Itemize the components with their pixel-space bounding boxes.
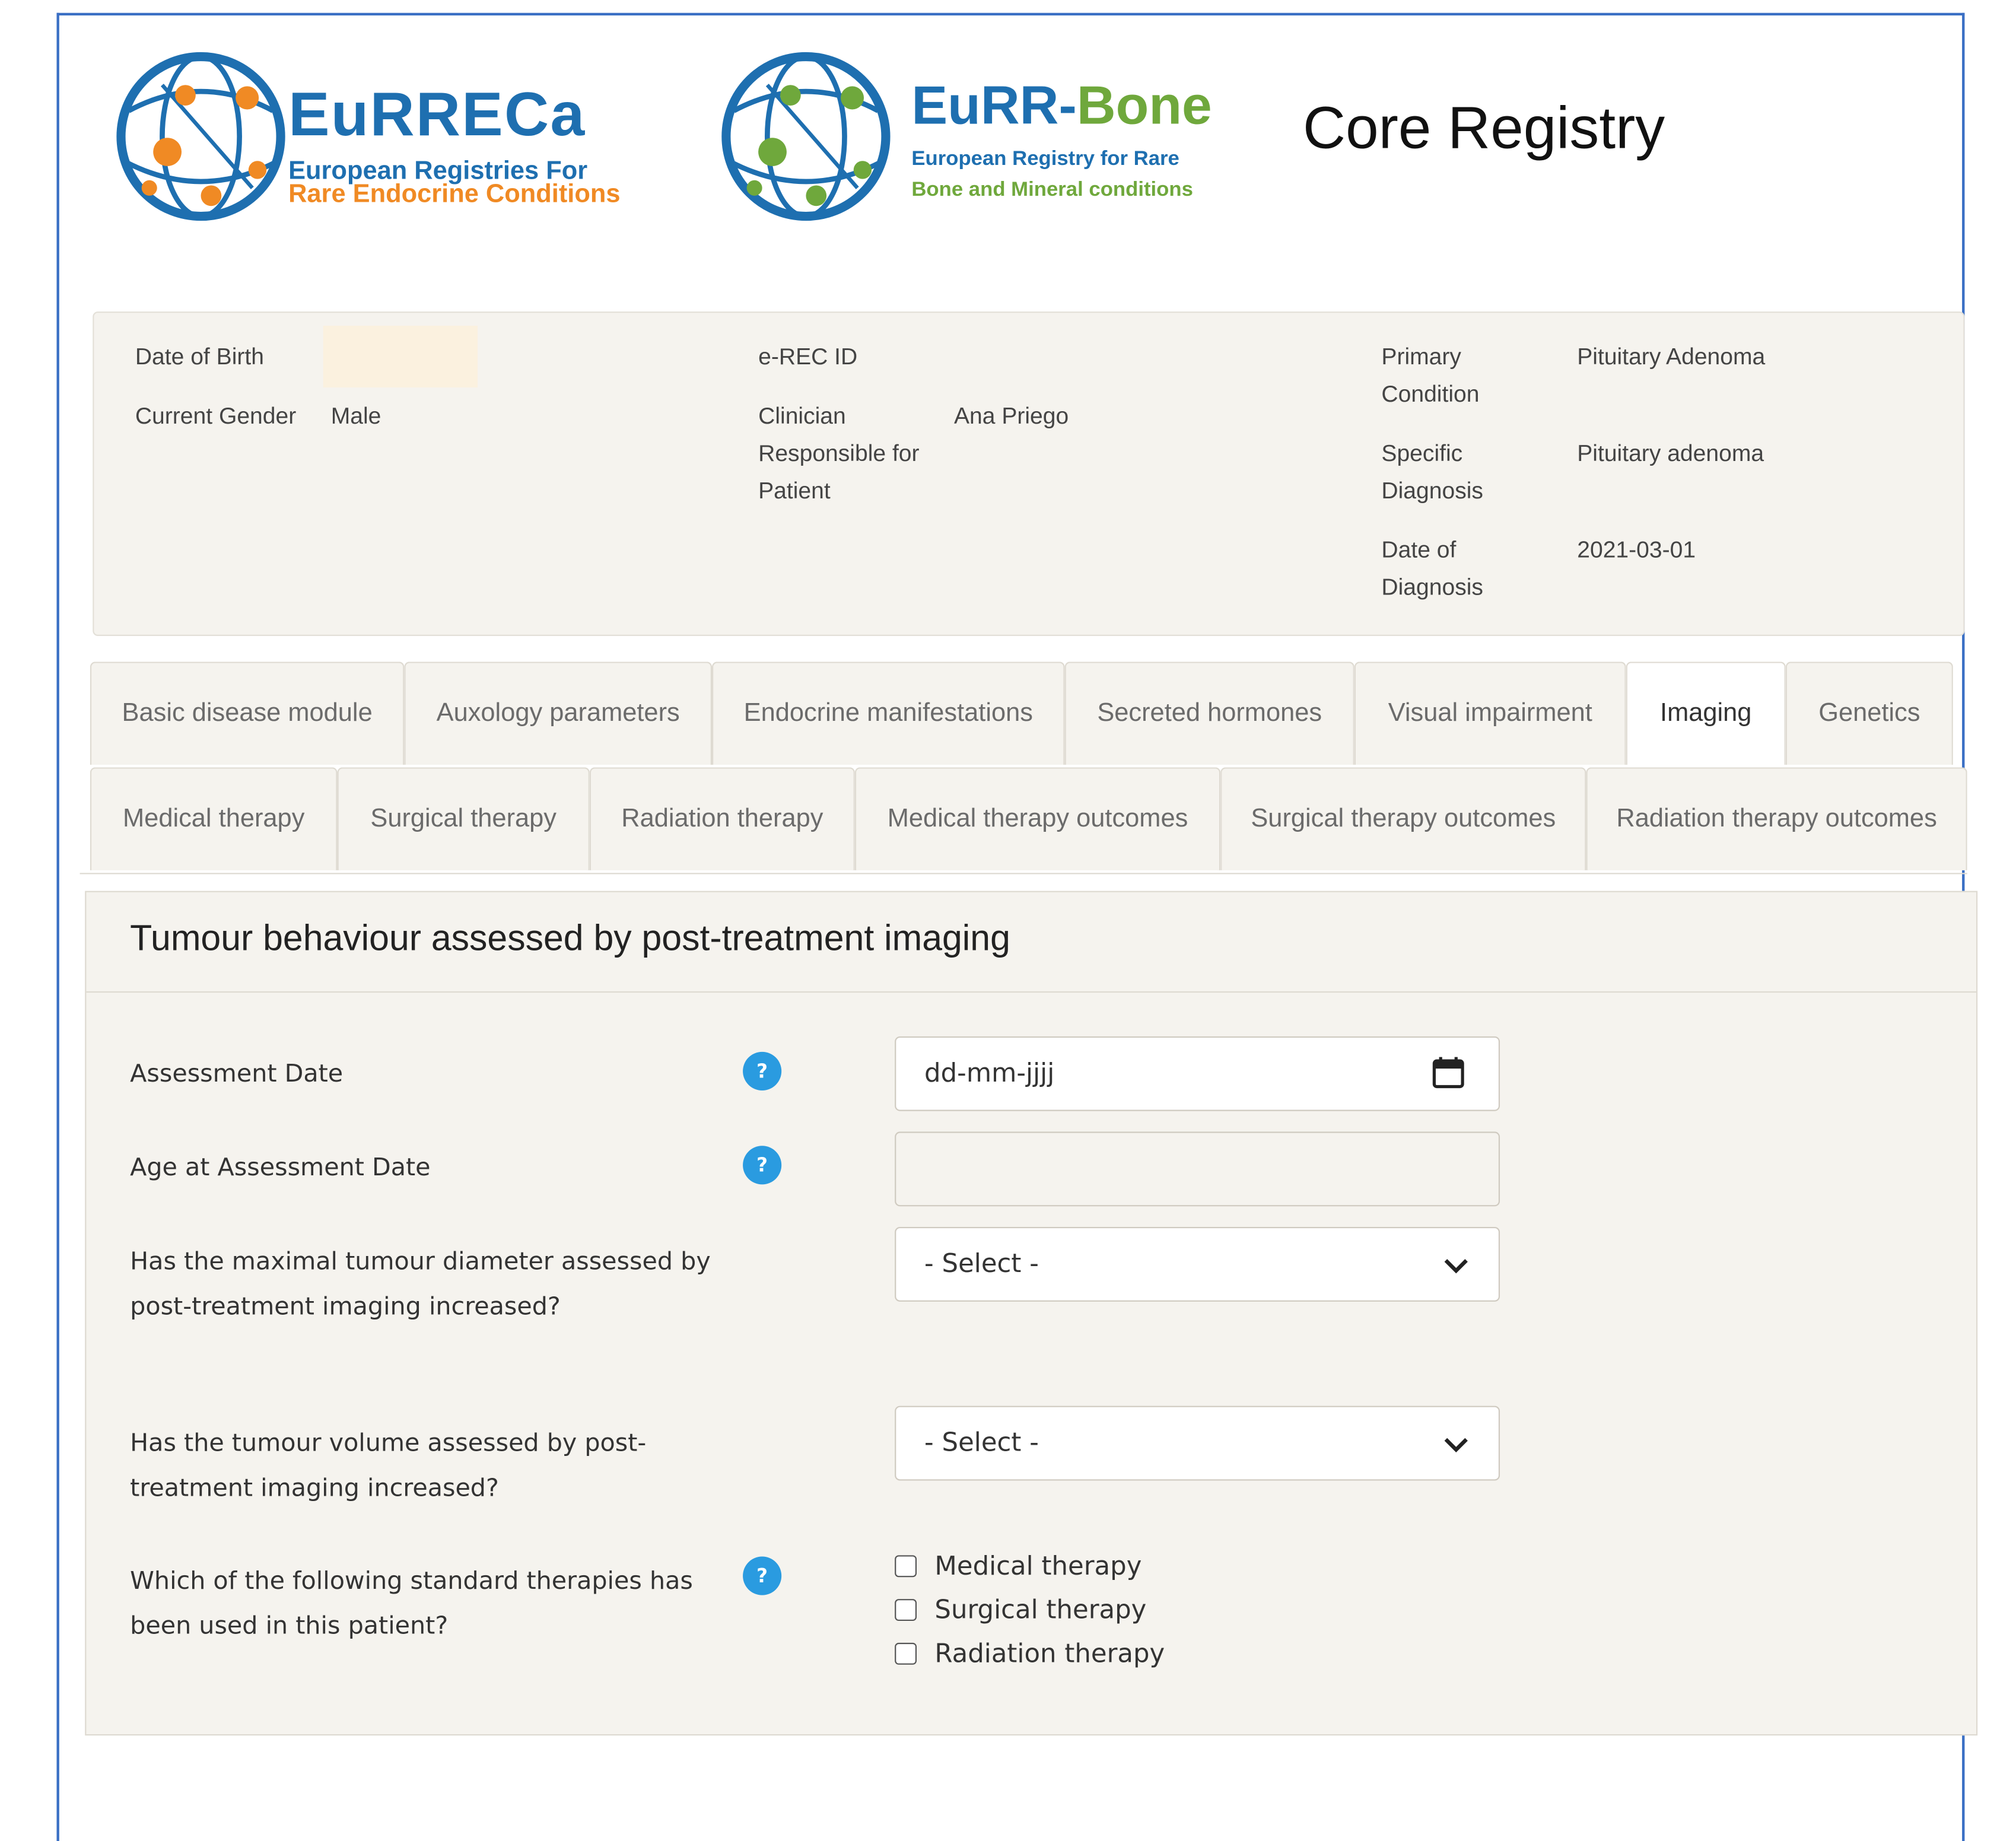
tab-genetics[interactable]: Genetics xyxy=(1785,662,1953,765)
eurr-bone-title-suffix: Bone xyxy=(1076,74,1212,135)
chevron-down-icon xyxy=(1444,1259,1468,1274)
therapies-used-label: Which of the following standard therapie… xyxy=(130,1566,693,1640)
eurr-bone-logo: EuRR-Bone European Registry for Rare Bon… xyxy=(716,41,1270,234)
assessment-date-input[interactable]: dd-mm-jjjj xyxy=(895,1036,1500,1111)
checkbox-label: Radiation therapy xyxy=(934,1637,1165,1669)
checkbox-surgical-therapy[interactable]: Surgical therapy xyxy=(895,1588,1146,1632)
gender-value: Male xyxy=(330,403,381,429)
card-header: Tumour behaviour assessed by post-treatm… xyxy=(86,892,1976,993)
tab-endocrine-manifestations[interactable]: Endocrine manifestations xyxy=(712,662,1065,765)
dob-label: Date of Birth xyxy=(135,344,264,370)
gender-label: Current Gender xyxy=(135,403,297,429)
primary-condition-value: Pituitary Adenoma xyxy=(1577,344,1766,370)
date-of-diagnosis-label: Date of Diagnosis xyxy=(1381,536,1483,600)
form-title: Tumour behaviour assessed by post-treatm… xyxy=(130,918,1010,958)
header: EuRRECa European Registries For Rare End… xyxy=(59,15,1962,273)
clinician-value: Ana Priego xyxy=(953,403,1069,429)
tab-radiation-therapy-outcomes[interactable]: Radiation therapy outcomes xyxy=(1586,767,1967,870)
eurr-bone-logo-title: EuRR-Bone xyxy=(911,75,1211,136)
checkbox-label: Medical therapy xyxy=(934,1550,1142,1581)
calendar-icon[interactable] xyxy=(1432,1055,1465,1089)
help-icon[interactable]: ? xyxy=(743,1051,782,1090)
diameter-increased-label: Has the maximal tumour diameter assessed… xyxy=(130,1247,711,1321)
specific-diagnosis-label: Specific Diagnosis xyxy=(1381,440,1483,504)
help-icon[interactable]: ? xyxy=(743,1146,782,1185)
volume-increased-select[interactable]: - Select - xyxy=(895,1406,1500,1481)
clinician-label: Clinician Responsible for Patient xyxy=(758,403,920,504)
diameter-increased-select[interactable]: - Select - xyxy=(895,1227,1500,1302)
volume-select-value: - Select - xyxy=(924,1426,1039,1458)
tab-auxology-parameters[interactable]: Auxology parameters xyxy=(404,662,713,765)
checkbox-box[interactable] xyxy=(895,1642,917,1664)
imaging-form-card: Tumour behaviour assessed by post-treatm… xyxy=(85,891,1978,1736)
help-icon[interactable]: ? xyxy=(743,1556,782,1595)
globe-orange-icon xyxy=(116,52,285,221)
tab-surgical-therapy[interactable]: Surgical therapy xyxy=(337,767,590,870)
tab-secreted-hormones[interactable]: Secreted hormones xyxy=(1064,662,1354,765)
assessment-date-placeholder: dd-mm-jjjj xyxy=(924,1057,1055,1088)
tab-medical-therapy-outcomes[interactable]: Medical therapy outcomes xyxy=(854,767,1221,870)
date-of-diagnosis-value: 2021-03-01 xyxy=(1577,536,1696,563)
eurreca-logo: EuRRECa European Registries For Rare End… xyxy=(111,41,664,234)
eurreca-logo-title: EuRRECa xyxy=(288,81,586,150)
checkbox-radiation-therapy[interactable]: Radiation therapy xyxy=(895,1631,1165,1675)
tab-visual-impairment[interactable]: Visual impairment xyxy=(1354,662,1626,765)
chevron-down-icon xyxy=(1444,1438,1468,1453)
assessment-date-label: Assessment Date xyxy=(130,1059,344,1088)
dob-value-redacted xyxy=(323,326,478,388)
specific-diagnosis-value: Pituitary adenoma xyxy=(1577,440,1764,466)
patient-summary-panel: Date of Birth Current Gender Male e-REC … xyxy=(93,311,1965,636)
age-at-assessment-label: Age at Assessment Date xyxy=(130,1153,431,1182)
eurreca-logo-subtitle-2: Rare Endocrine Conditions xyxy=(288,180,621,209)
tab-medical-therapy[interactable]: Medical therapy xyxy=(90,767,338,870)
registry-window: EuRRECa European Registries For Rare End… xyxy=(56,12,1978,1841)
globe-green-icon xyxy=(721,52,891,221)
volume-increased-label: Has the tumour volume assessed by post-t… xyxy=(130,1429,647,1503)
primary-condition-label: Primary Condition xyxy=(1381,344,1480,407)
tab-imaging[interactable]: Imaging xyxy=(1626,662,1786,765)
erec-id-label: e-REC ID xyxy=(758,344,858,370)
tab-surgical-therapy-outcomes[interactable]: Surgical therapy outcomes xyxy=(1220,767,1586,870)
checkbox-box[interactable] xyxy=(895,1598,917,1620)
checkbox-box[interactable] xyxy=(895,1554,917,1577)
tab-basic-disease-module[interactable]: Basic disease module xyxy=(90,662,405,765)
eurr-bone-logo-subtitle-1: European Registry for Rare xyxy=(911,148,1179,170)
checkbox-medical-therapy[interactable]: Medical therapy xyxy=(895,1544,1141,1588)
tab-radiation-therapy[interactable]: Radiation therapy xyxy=(589,767,855,870)
checkbox-label: Surgical therapy xyxy=(934,1594,1147,1625)
page-title: Core Registry xyxy=(1303,94,1665,161)
eurr-bone-title-prefix: EuRR- xyxy=(911,74,1077,135)
diameter-select-value: - Select - xyxy=(924,1247,1039,1279)
tab-divider xyxy=(80,873,1967,875)
eurr-bone-logo-subtitle-2: Bone and Mineral conditions xyxy=(911,179,1193,201)
age-at-assessment-field xyxy=(895,1131,1500,1207)
